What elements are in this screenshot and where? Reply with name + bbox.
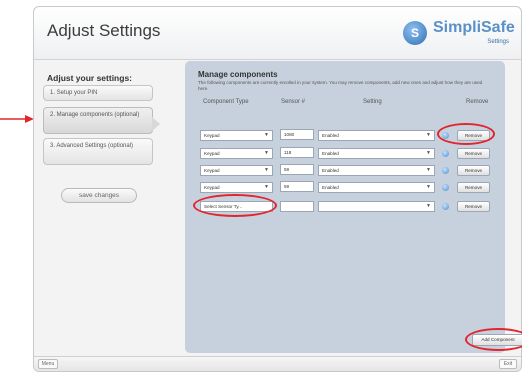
- remove-button[interactable]: Remove: [457, 148, 490, 159]
- component-type-select[interactable]: Keypad ▼: [200, 148, 273, 159]
- chevron-down-icon: ▼: [426, 167, 431, 173]
- column-header-setting: Setting: [363, 99, 382, 105]
- status-dot-icon: [442, 203, 449, 210]
- component-type-select[interactable]: Keypad ▼: [200, 165, 273, 176]
- step-advanced-settings[interactable]: 3. Advanced Settings (optional): [43, 138, 153, 165]
- setting-value: Enabled: [322, 133, 339, 138]
- setting-select[interactable]: Enabled ▼: [318, 165, 435, 176]
- setting-select[interactable]: Enabled ▼: [318, 130, 435, 141]
- status-dot-icon: [442, 184, 449, 191]
- save-changes-button[interactable]: save changes: [61, 188, 137, 203]
- menu-button[interactable]: Menu: [38, 359, 58, 369]
- remove-highlight-ellipse: [437, 123, 495, 145]
- header: Adjust Settings S SimpliSafe Settings: [34, 7, 521, 60]
- chevron-down-icon: ▼: [264, 167, 269, 173]
- page-title: Adjust Settings: [47, 21, 161, 40]
- new-sensor-number-input[interactable]: [280, 201, 314, 212]
- setting-value: Enabled: [322, 185, 339, 190]
- logo-circle-icon: S: [403, 21, 427, 45]
- remove-button[interactable]: Remove: [457, 165, 490, 176]
- logo-text: SimpliSafe: [433, 19, 515, 36]
- footer-bar: Menu Exit: [34, 356, 521, 371]
- remove-button[interactable]: Remove: [457, 201, 490, 212]
- step-setup-pin[interactable]: 1. Setup your PIN: [43, 85, 153, 101]
- component-type-value: Keypad: [204, 185, 220, 190]
- panel-description: The following components are currently e…: [198, 80, 483, 91]
- sensor-number-input[interactable]: 1080: [280, 129, 314, 140]
- add-component-highlight-ellipse: [465, 328, 522, 351]
- setting-value: Enabled: [322, 151, 339, 156]
- panel-title: Manage components: [198, 70, 278, 79]
- sensor-number-input[interactable]: 59: [280, 164, 314, 175]
- chevron-down-icon: ▼: [426, 184, 431, 190]
- component-type-value: Keypad: [204, 151, 220, 156]
- chevron-down-icon: ▼: [426, 132, 431, 138]
- chevron-down-icon: ▼: [426, 203, 431, 209]
- step-manage-components[interactable]: 2. Manage components (optional): [43, 107, 160, 134]
- column-header-remove: Remove: [466, 99, 489, 105]
- component-type-value: Keypad: [204, 168, 220, 173]
- chevron-down-icon: ▼: [426, 150, 431, 156]
- sensor-number-input[interactable]: 59: [280, 181, 314, 192]
- setting-select[interactable]: Enabled ▼: [318, 182, 435, 193]
- red-arrow-icon: [0, 115, 34, 123]
- status-dot-icon: [442, 150, 449, 157]
- sidebar-heading: Adjust your settings:: [47, 73, 133, 83]
- logo-subtitle: Settings: [487, 39, 509, 45]
- component-type-select[interactable]: Keypad ▼: [200, 182, 273, 193]
- remove-button[interactable]: Remove: [457, 182, 490, 193]
- setting-value: Enabled: [322, 168, 339, 173]
- sensor-number-input[interactable]: 118: [280, 147, 314, 158]
- chevron-down-icon: ▼: [264, 150, 269, 156]
- component-type-value: Keypad: [204, 133, 220, 138]
- component-type-select[interactable]: Keypad ▼: [200, 130, 273, 141]
- chevron-down-icon: ▼: [264, 132, 269, 138]
- simplisafe-logo: S SimpliSafe Settings: [403, 18, 515, 48]
- manage-components-panel: Manage components The following componen…: [185, 61, 522, 353]
- status-dot-icon: [442, 167, 449, 174]
- column-header-type: Component Type: [203, 99, 249, 105]
- column-header-serial: Sensor #: [281, 99, 306, 105]
- settings-window: Adjust Settings S SimpliSafe Settings Ad…: [33, 6, 522, 372]
- chevron-down-icon: ▼: [264, 184, 269, 190]
- exit-button[interactable]: Exit: [499, 359, 517, 369]
- select-sensor-highlight-ellipse: [193, 194, 277, 217]
- setting-select[interactable]: Enabled ▼: [318, 148, 435, 159]
- new-setting-select[interactable]: ▼: [318, 201, 435, 212]
